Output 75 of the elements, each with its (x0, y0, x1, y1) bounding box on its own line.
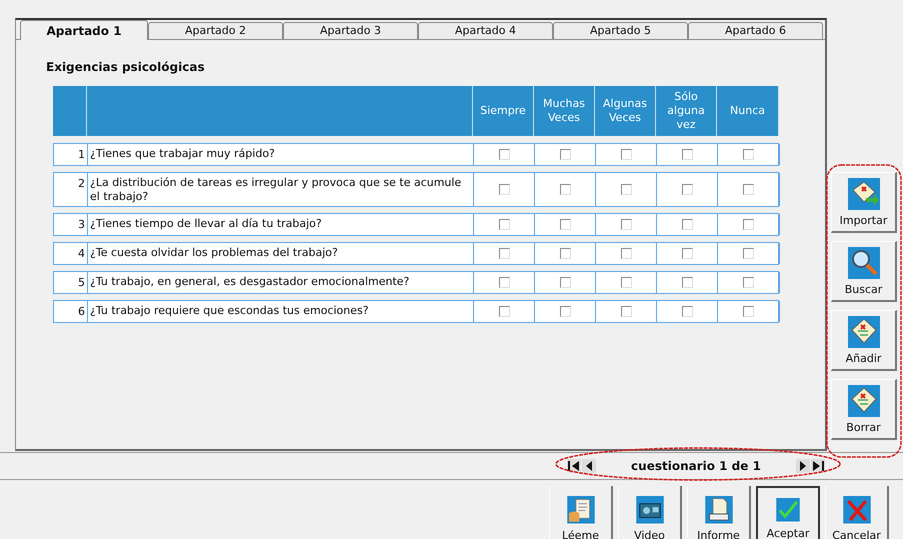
checkbox[interactable] (620, 219, 632, 230)
checkbox[interactable] (620, 248, 632, 259)
side-button[interactable]: Importar (831, 172, 897, 233)
checkbox[interactable] (498, 184, 510, 195)
side-button[interactable]: Buscar (831, 241, 897, 302)
question-text: ¿Tu trabajo requiere que escondas tus emociones? (90, 304, 369, 317)
toolbar-button[interactable]: Aceptar (756, 486, 820, 539)
next-page-icon[interactable] (796, 459, 810, 473)
checkbox[interactable] (743, 219, 754, 230)
checkbox[interactable] (560, 149, 570, 160)
column-header: Nunca (729, 104, 766, 118)
last-page-icon[interactable] (811, 459, 825, 473)
printer-icon (702, 496, 734, 524)
checkbox[interactable] (620, 277, 632, 288)
column-header: Siempre (479, 104, 527, 118)
toolbar-button[interactable]: Informe (687, 486, 751, 539)
record-indicator: cuestionario 1 de 1 (630, 458, 762, 475)
question-text: ¿La distribución de tareas es irregular y provoca que se te acumule el trabajo? (90, 176, 462, 203)
checkbox[interactable] (743, 277, 754, 288)
checkbox[interactable] (560, 219, 570, 230)
checkbox[interactable] (682, 219, 692, 230)
checkbox[interactable] (620, 149, 632, 160)
question-text: ¿Te cuesta olvidar los problemas del trabajo? (90, 246, 338, 259)
checkbox[interactable] (498, 277, 510, 288)
hand-paper-icon (564, 496, 596, 524)
tab[interactable]: Apartado 1 (20, 20, 148, 40)
side-button[interactable]: Borrar (831, 379, 897, 440)
document-icon (848, 384, 880, 416)
checkbox[interactable] (682, 184, 692, 195)
tab[interactable]: Apartado 3 (283, 22, 418, 39)
toolbar-button[interactable]: Video (618, 486, 682, 539)
row-number: 1 (78, 147, 85, 163)
question-text: ¿Tienes tiempo de llevar al día tu trabajo? (90, 217, 322, 230)
checkbox[interactable] (498, 149, 510, 160)
section-title: Exigencias psicológicas (46, 59, 206, 76)
row-number: 2 (78, 176, 85, 192)
tab[interactable]: Apartado 6 (688, 22, 823, 39)
toolbar-button[interactable]: Cancelar (825, 486, 889, 539)
checkbox[interactable] (682, 277, 692, 288)
toolbar-button[interactable]: Léeme (549, 486, 613, 539)
side-button[interactable]: Añadir (831, 310, 897, 371)
previous-page-icon[interactable] (582, 459, 596, 473)
row-number: 3 (78, 217, 85, 233)
checkbox[interactable] (682, 248, 692, 259)
first-page-icon[interactable] (567, 459, 581, 473)
tab[interactable]: Apartado 2 (148, 22, 283, 39)
checkbox[interactable] (743, 306, 754, 317)
row-number: 5 (78, 275, 85, 291)
checkbox[interactable] (560, 306, 570, 317)
checkbox[interactable] (620, 184, 632, 195)
column-header: Sólo alguna vez (666, 90, 706, 132)
column-header: Algunas Veces (602, 97, 648, 125)
document-icon (848, 316, 880, 348)
row-number: 4 (78, 246, 85, 262)
checkbox[interactable] (560, 248, 570, 259)
checkbox[interactable] (560, 184, 570, 195)
search-icon (848, 246, 880, 278)
question-text: ¿Tienes que trabajar muy rápido? (90, 147, 275, 160)
checkbox[interactable] (682, 306, 692, 317)
checkbox[interactable] (498, 248, 510, 259)
row-number: 6 (78, 304, 85, 320)
tab[interactable]: Apartado 5 (553, 22, 688, 39)
checkbox[interactable] (498, 306, 510, 317)
cross-icon (840, 496, 872, 524)
checkbox[interactable] (682, 149, 692, 160)
checkbox[interactable] (620, 306, 632, 317)
question-text: ¿Tu trabajo, en general, es desgastador emocionalmente? (90, 275, 410, 288)
checkbox[interactable] (743, 248, 754, 259)
column-header: Muchas Veces (542, 97, 586, 125)
checkbox[interactable] (498, 219, 510, 230)
camera-icon (634, 496, 666, 524)
tab[interactable]: Apartado 4 (418, 22, 553, 39)
checkbox[interactable] (743, 184, 754, 195)
checkbox[interactable] (743, 149, 754, 160)
checkbox[interactable] (560, 277, 570, 288)
